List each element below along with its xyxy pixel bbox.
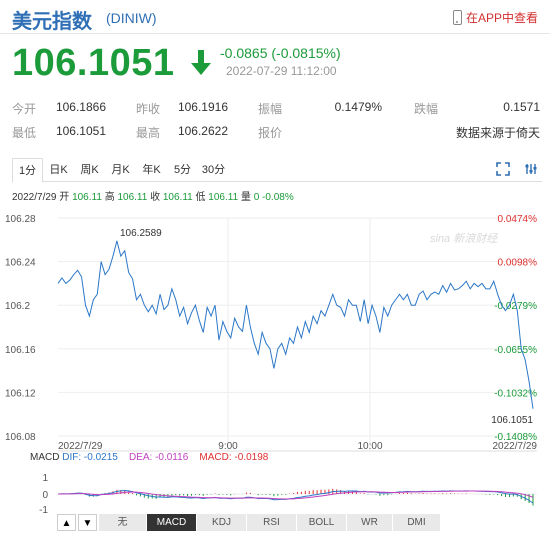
scroll-up-button[interactable]: ▲ bbox=[57, 514, 76, 531]
price-line bbox=[57, 240, 534, 409]
ohlc-high: 106.11 bbox=[117, 192, 148, 203]
ohlc-pct: -0.08% bbox=[262, 192, 294, 203]
low-value: 106.1051 bbox=[55, 124, 106, 138]
settings-icon[interactable] bbox=[524, 162, 538, 176]
macd-legend: MACD DIF: -0.0215 DEA: -0.0116 MACD: -0.… bbox=[30, 452, 268, 463]
high-annotation: 106.2589 bbox=[120, 228, 162, 239]
period-tabs-bar: 1分 日K 周K 月K 年K 5分 30分 bbox=[12, 158, 542, 183]
watermark: sina 新浪财经 bbox=[430, 232, 498, 245]
limit-down-value: 0.1571 bbox=[503, 100, 540, 114]
y-tick-label: 106.16 bbox=[5, 345, 36, 356]
high-label: 最高 bbox=[136, 126, 161, 140]
open-value: 106.1866 bbox=[55, 100, 106, 114]
stats-table: 今开 106.1866 昨收 106.1916 振幅 0.1479% 跌幅 0.… bbox=[12, 96, 542, 144]
ohlc-close-label: 收 bbox=[150, 192, 161, 203]
price-change: -0.0865 (-0.0815%) bbox=[220, 45, 341, 61]
dea-value: -0.0116 bbox=[155, 452, 189, 463]
ohlc-open: 106.11 bbox=[72, 192, 102, 203]
open-in-app-label: 在APP中查看 bbox=[465, 10, 538, 25]
macd-tick: -1 bbox=[39, 505, 48, 515]
indicator-tab-7[interactable]: WR bbox=[347, 514, 393, 531]
indicator-tab-8[interactable]: DMI bbox=[393, 514, 441, 531]
indicator-tab-4[interactable]: KDJ bbox=[197, 514, 247, 531]
y-tick-label: 106.28 bbox=[5, 214, 36, 225]
dif-value: -0.0215 bbox=[83, 452, 118, 463]
macd-label: MACD: bbox=[199, 452, 232, 463]
limit-down-label: 跌幅 bbox=[414, 102, 439, 116]
ohlc-date: 2022/7/29 bbox=[12, 192, 57, 203]
tab-2[interactable]: 周K bbox=[74, 158, 105, 182]
stats-row-2: 最低 106.1051 最高 106.2622 报价 数据来源于倚天 bbox=[12, 120, 542, 144]
x-tick-label: 9:00 bbox=[218, 441, 238, 452]
period-tabs: 1分 日K 周K 月K 年K 5分 30分 bbox=[12, 158, 542, 183]
tab-6[interactable]: 30分 bbox=[198, 158, 229, 182]
x-tick-label: 2022/7/29 bbox=[58, 441, 103, 452]
stats-row-1: 今开 106.1866 昨收 106.1916 振幅 0.1479% 跌幅 0.… bbox=[12, 96, 542, 120]
macd-tick: 0 bbox=[42, 490, 48, 501]
ohlc-line: 2022/7/29 开 106.11 高 106.11 收 106.11 低 1… bbox=[12, 188, 294, 203]
header-bar: 美元指数 (DINIW) 在APP中查看 bbox=[0, 0, 550, 34]
indicator-tabs: ▲ ▼ 无 MACD KDJ RSI BOLL WR DMI bbox=[57, 514, 441, 531]
indicator-tab-5[interactable]: RSI bbox=[247, 514, 297, 531]
data-source: 数据来源于倚天 bbox=[455, 126, 540, 140]
pct-tick-label: -0.0655% bbox=[494, 345, 537, 356]
open-label: 今开 bbox=[12, 102, 37, 116]
amplitude-label: 振幅 bbox=[258, 102, 283, 116]
low-label: 最低 bbox=[12, 126, 37, 140]
fullscreen-icon[interactable] bbox=[496, 162, 510, 176]
indicator-tab-3[interactable]: MACD bbox=[147, 514, 197, 531]
pct-tick-label: 0.0098% bbox=[498, 258, 538, 269]
y-tick-label: 106.2 bbox=[5, 301, 30, 312]
scroll-down-button[interactable]: ▼ bbox=[78, 514, 97, 531]
pct-tick-label: 0.0474% bbox=[498, 214, 538, 225]
tab-5[interactable]: 5分 bbox=[167, 158, 198, 182]
dea-label: DEA: bbox=[128, 452, 153, 463]
prev-close-label: 昨收 bbox=[136, 102, 161, 116]
y-tick-label: 106.24 bbox=[5, 258, 36, 269]
amplitude-value: 0.1479% bbox=[334, 100, 382, 114]
indicator-tab-2[interactable]: 无 bbox=[99, 514, 147, 531]
ohlc-vol: 0 bbox=[253, 192, 260, 203]
chart-tools bbox=[496, 162, 538, 176]
intraday-chart[interactable]: 106.28 0.0474%106.24 0.0098%106.2 -0.0279%1… bbox=[0, 205, 550, 515]
last-price: 106.1051 bbox=[12, 42, 175, 84]
page-title: 美元指数 bbox=[12, 11, 92, 33]
tab-0[interactable]: 1分 bbox=[12, 158, 43, 183]
macd-title: MACD bbox=[30, 452, 60, 463]
prev-close-value: 106.1916 bbox=[177, 100, 228, 114]
ohlc-open-label: 开 bbox=[59, 192, 70, 203]
quote-label: 报价 bbox=[258, 126, 283, 140]
arrow-down-icon bbox=[191, 50, 211, 75]
quote-timestamp: 2022-07-29 11:12:00 bbox=[226, 64, 337, 78]
dif-label: DIF: bbox=[62, 452, 82, 463]
macd-value: -0.0198 bbox=[234, 452, 269, 463]
phone-icon bbox=[452, 9, 462, 25]
tab-3[interactable]: 月K bbox=[105, 158, 136, 182]
ticker-code: (DINIW) bbox=[106, 10, 157, 26]
y-tick-label: 106.12 bbox=[5, 388, 36, 399]
macd-tick: 1 bbox=[42, 473, 48, 484]
x-tick-label: 2022/7/29 bbox=[493, 441, 538, 452]
open-in-app-link[interactable]: 在APP中查看 bbox=[452, 8, 538, 26]
ohlc-close: 106.11 bbox=[162, 192, 193, 203]
tab-4[interactable]: 年K bbox=[136, 158, 167, 182]
ohlc-low-label: 低 bbox=[195, 192, 206, 203]
high-value: 106.2622 bbox=[177, 124, 228, 138]
ohlc-low: 106.11 bbox=[208, 192, 239, 203]
y-tick-label: 106.08 bbox=[5, 432, 36, 443]
tab-1[interactable]: 日K bbox=[43, 158, 74, 182]
indicator-tab-6[interactable]: BOLL bbox=[297, 514, 347, 531]
x-tick-label: 10:00 bbox=[357, 441, 382, 452]
last-annotation: 106.1051 bbox=[491, 415, 533, 426]
ohlc-vol-label: 量 bbox=[240, 192, 251, 203]
ohlc-high-label: 高 bbox=[104, 192, 115, 203]
